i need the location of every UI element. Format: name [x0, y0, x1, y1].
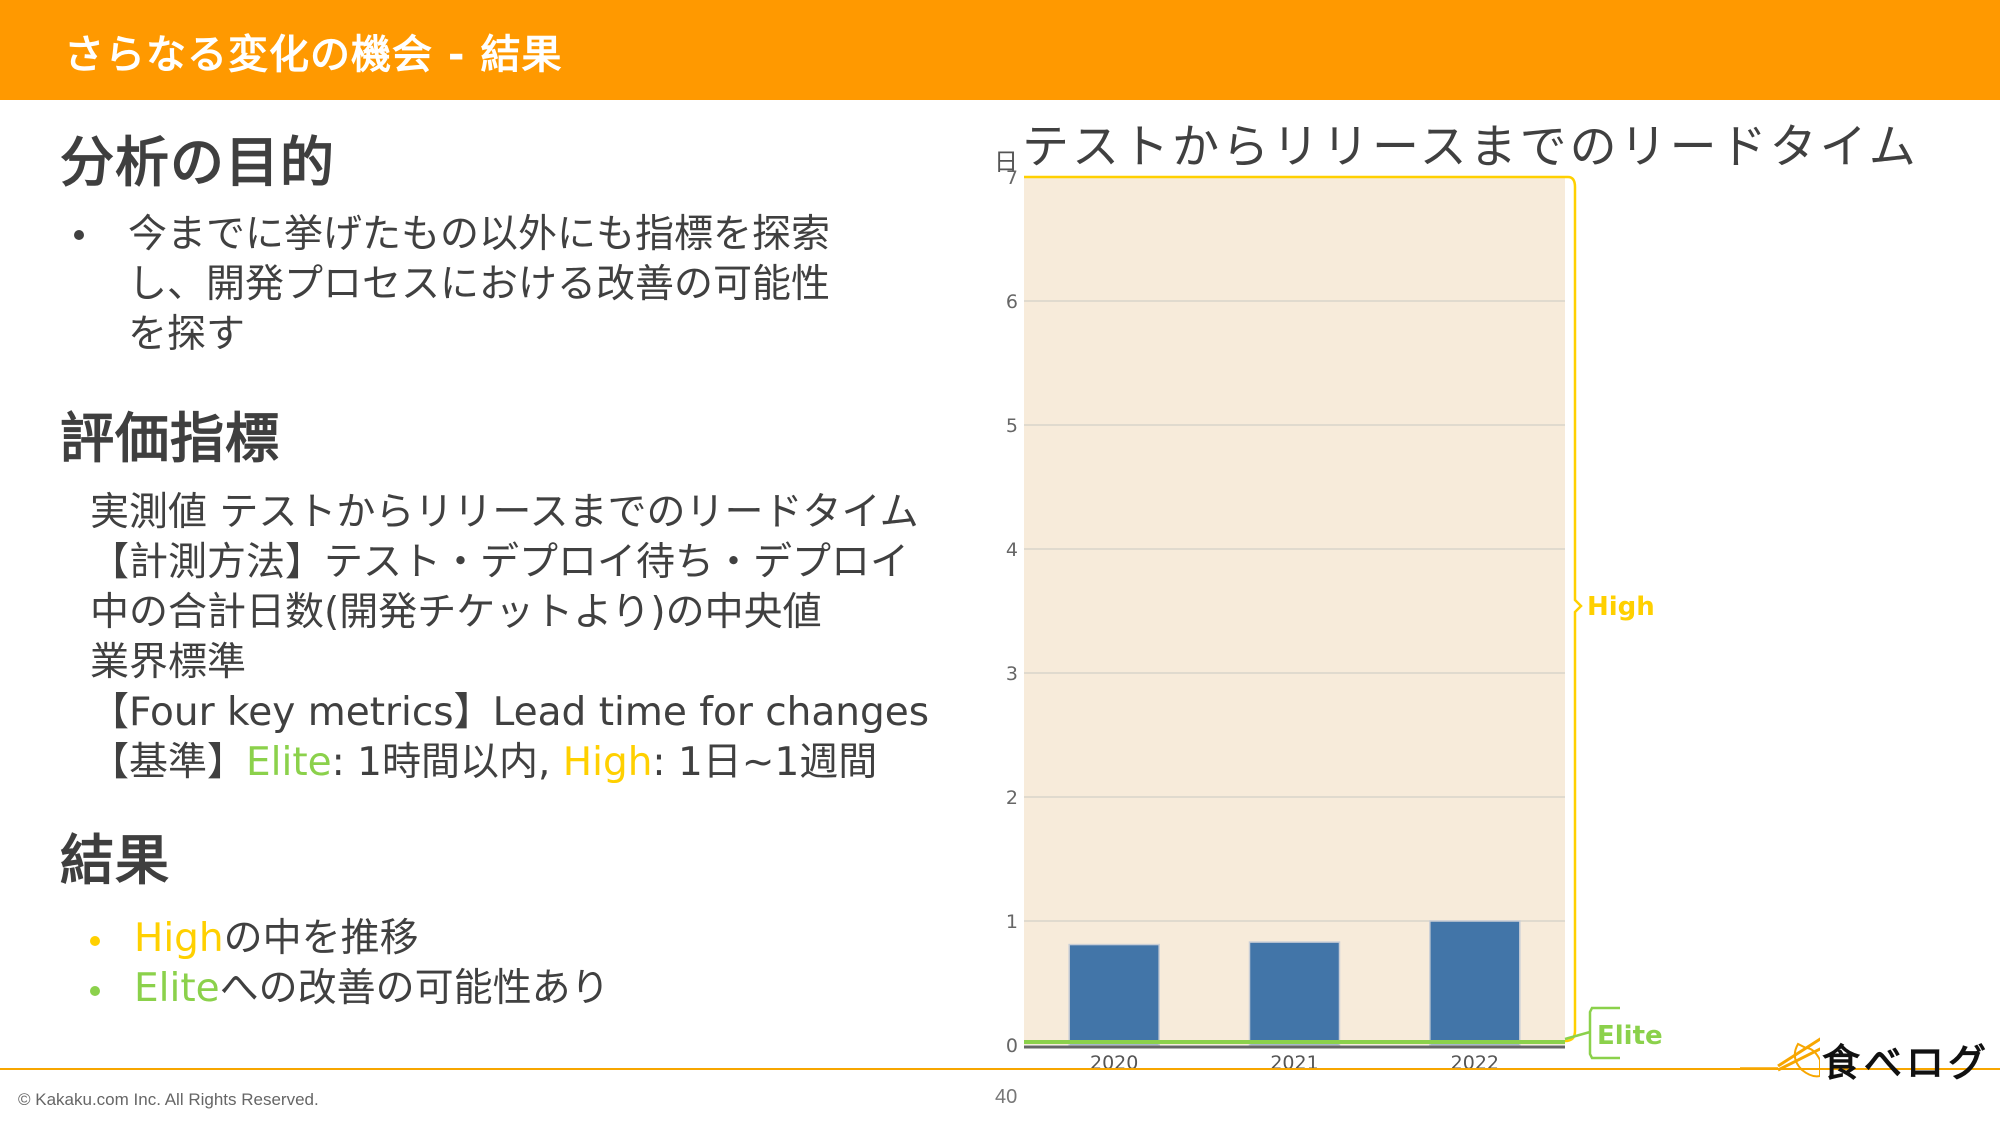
chopsticks-hand-icon: [1740, 1037, 1820, 1078]
plot-area: [1024, 177, 1565, 1045]
x-tick-label: 2020: [1090, 1052, 1138, 1074]
page-number: 40: [995, 1086, 1018, 1108]
y-tick-label: 1: [1006, 911, 1018, 933]
bar-2022: [1429, 920, 1521, 1046]
x-tick-label: 2021: [1270, 1052, 1318, 1074]
y-tick-label: 0: [1006, 1035, 1018, 1057]
y-tick-label: 7: [1006, 167, 1018, 189]
high-band-label: High: [1587, 592, 1655, 622]
elite-band-label: Elite: [1597, 1021, 1663, 1051]
y-tick-label: 5: [1006, 415, 1018, 437]
bar-2021: [1248, 941, 1341, 1046]
y-tick-label: 3: [1006, 663, 1018, 685]
y-tick-label: 4: [1006, 539, 1018, 561]
footer-divider: [0, 1068, 2000, 1070]
y-tick-label: 2: [1006, 787, 1018, 809]
logo-text: 食べログ: [1822, 1041, 1991, 1085]
y-tick-label: 6: [1006, 291, 1018, 313]
copyright: © Kakaku.com Inc. All Rights Reserved.: [18, 1090, 319, 1109]
bar-chart: 0 1 2 3 4 5 6 7 2020 2021 2022 High Elite: [1006, 167, 1663, 1074]
tabelog-logo: 食べログ: [1740, 1030, 1990, 1090]
x-tick-label: 2022: [1451, 1052, 1499, 1074]
bar-2020: [1068, 943, 1160, 1046]
